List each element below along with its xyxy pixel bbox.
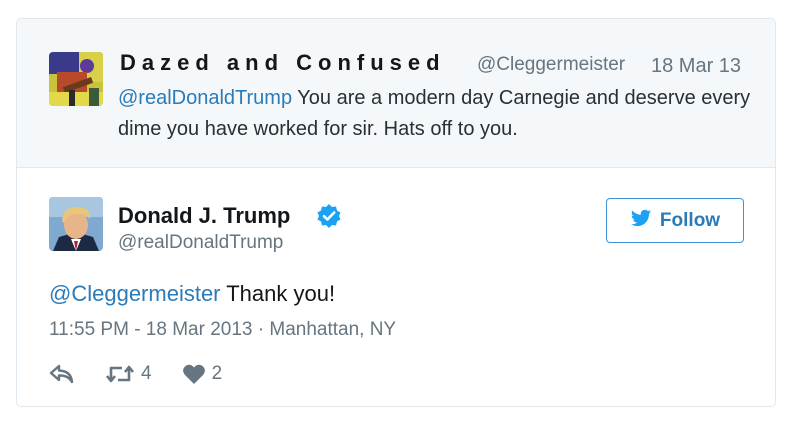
tweet-actions: 4 2 — [49, 361, 222, 387]
tweet-mention-link[interactable]: @Cleggermeister — [49, 281, 221, 306]
reply-button[interactable] — [49, 364, 75, 384]
author-avatar[interactable] — [49, 197, 103, 251]
quoted-display-name[interactable]: Dazed and Confused — [120, 50, 446, 76]
retweet-count: 4 — [141, 363, 152, 384]
tweet-body-text: Thank you! — [220, 281, 336, 306]
retweet-button[interactable]: 4 — [105, 363, 152, 385]
follow-button-label: Follow — [659, 209, 721, 231]
tweet-timestamp-location[interactable]: 11:55 PM - 18 Mar 2013 · Manhattan, NY — [49, 319, 396, 341]
embedded-tweet-card: Dazed and Confused @Cleggermeister 18 Ma… — [16, 18, 776, 407]
quoted-date[interactable]: 18 Mar 13 — [651, 55, 741, 78]
quoted-tweet-text: @realDonaldTrump You are a modern day Ca… — [118, 83, 758, 145]
quoted-handle[interactable]: @Cleggermeister — [477, 54, 625, 76]
tweet-text: @Cleggermeister Thank you! — [49, 281, 335, 307]
quoted-mention-link[interactable]: @realDonaldTrump — [118, 87, 292, 109]
like-count: 2 — [211, 363, 223, 384]
retweet-icon — [105, 364, 135, 384]
quoted-tweet[interactable]: Dazed and Confused @Cleggermeister 18 Ma… — [17, 19, 775, 168]
twitter-bird-icon — [630, 207, 652, 235]
quoted-avatar[interactable] — [49, 52, 103, 106]
reply-icon — [49, 364, 75, 384]
heart-icon — [182, 363, 206, 385]
author-handle[interactable]: @realDonaldTrump — [118, 232, 283, 254]
author-display-name[interactable]: Donald J. Trump — [118, 203, 290, 229]
like-button[interactable]: 2 — [182, 363, 223, 385]
follow-button[interactable]: Follow — [606, 198, 744, 243]
verified-badge-icon — [316, 203, 342, 229]
